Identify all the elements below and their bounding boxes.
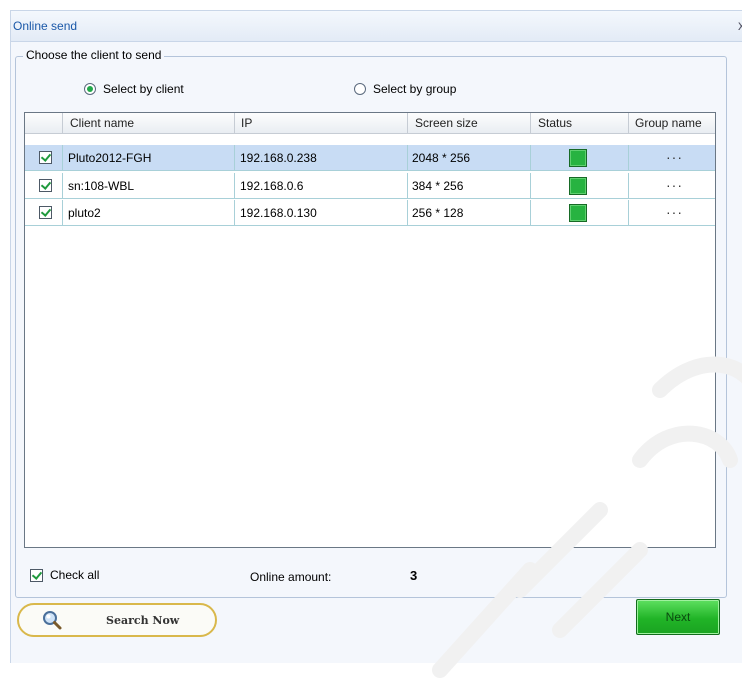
search-now-label: Search Now bbox=[106, 614, 180, 627]
status-online-indicator bbox=[569, 149, 587, 167]
cell-ip: 192.168.0.130 bbox=[240, 206, 317, 220]
cell-client-name: sn:108-WBL bbox=[68, 179, 135, 193]
next-button[interactable]: Next bbox=[636, 599, 720, 635]
column-ip[interactable]: IP bbox=[241, 116, 252, 130]
row-checkbox[interactable] bbox=[39, 206, 52, 219]
group-more-button[interactable]: ··· bbox=[666, 149, 683, 165]
cell-screen-size: 2048 * 256 bbox=[412, 151, 471, 165]
column-status[interactable]: Status bbox=[538, 116, 572, 130]
search-icon bbox=[43, 611, 62, 630]
cell-client-name: pluto2 bbox=[68, 206, 101, 220]
table-row[interactable]: pluto2 192.168.0.130 256 * 128 ··· bbox=[25, 200, 715, 226]
radio-select-by-group[interactable]: Select by group bbox=[354, 82, 456, 96]
cell-ip: 192.168.0.238 bbox=[240, 151, 317, 165]
group-more-button[interactable]: ··· bbox=[666, 204, 683, 220]
radio-select-by-client[interactable]: Select by client bbox=[84, 82, 184, 96]
title-bar: Online send x bbox=[11, 11, 742, 42]
cell-client-name: Pluto2012-FGH bbox=[68, 151, 152, 165]
radio-selected-icon bbox=[84, 83, 96, 95]
check-all-label: Check all bbox=[50, 568, 100, 582]
column-screen-size[interactable]: Screen size bbox=[415, 116, 478, 130]
status-online-indicator bbox=[569, 204, 587, 222]
row-checkbox[interactable] bbox=[39, 179, 52, 192]
window-title: Online send bbox=[13, 19, 78, 33]
online-amount-label: Online amount: bbox=[250, 570, 332, 584]
status-online-indicator bbox=[569, 177, 587, 195]
check-all-toggle[interactable]: Check all bbox=[30, 568, 99, 582]
table-row[interactable]: Pluto2012-FGH 192.168.0.238 2048 * 256 ·… bbox=[25, 145, 715, 171]
cell-screen-size: 384 * 256 bbox=[412, 179, 464, 193]
cell-ip: 192.168.0.6 bbox=[240, 179, 304, 193]
group-legend: Choose the client to send bbox=[23, 48, 165, 62]
group-more-button[interactable]: ··· bbox=[666, 177, 683, 193]
column-group-name[interactable]: Group name bbox=[635, 116, 702, 130]
close-icon[interactable]: x bbox=[738, 17, 742, 33]
cell-screen-size: 256 * 128 bbox=[412, 206, 464, 220]
column-client-name[interactable]: Client name bbox=[70, 116, 134, 130]
search-now-button[interactable]: Search Now bbox=[17, 603, 217, 637]
table-header: Client name IP Screen size Status Group … bbox=[25, 113, 715, 134]
row-checkbox[interactable] bbox=[39, 151, 52, 164]
check-all-checkbox[interactable] bbox=[30, 568, 43, 582]
online-amount-value: 3 bbox=[410, 568, 418, 583]
radio-label-group: Select by group bbox=[373, 82, 457, 96]
table-row[interactable]: sn:108-WBL 192.168.0.6 384 * 256 ··· bbox=[25, 173, 715, 199]
radio-unselected-icon bbox=[354, 83, 366, 95]
client-table: Client name IP Screen size Status Group … bbox=[24, 112, 716, 548]
radio-label-client: Select by client bbox=[103, 82, 184, 96]
